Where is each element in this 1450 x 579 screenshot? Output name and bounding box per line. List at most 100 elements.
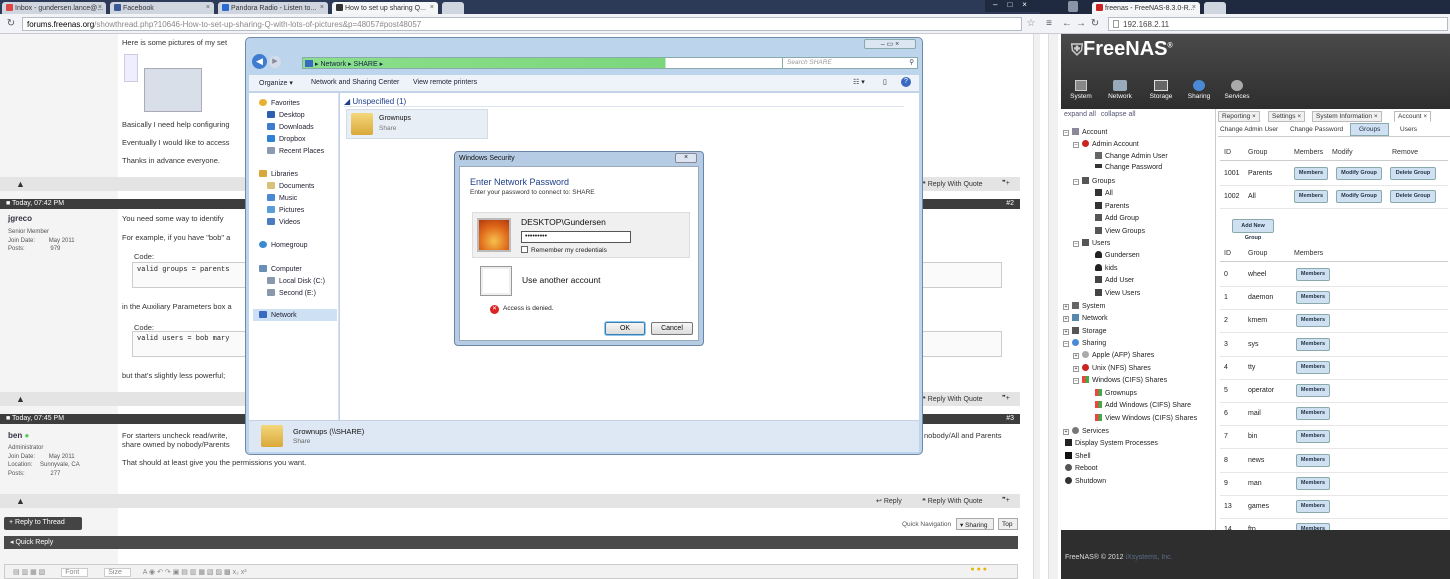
nav-music[interactable]: Music — [267, 194, 297, 202]
back-icon[interactable]: ← — [1062, 18, 1072, 29]
tree-user-gundersen[interactable]: Gundersen — [1095, 251, 1140, 259]
expand-icon[interactable]: + — [1063, 429, 1069, 435]
nav-pictures[interactable]: Pictures — [267, 206, 304, 214]
tab-inbox[interactable]: Inbox - gundersen.lance@... × — [2, 2, 106, 14]
post2-username[interactable]: jgreco — [8, 214, 32, 223]
reply-with-quote-button[interactable]: ❝ Reply With Quote — [922, 497, 983, 505]
members-button[interactable]: Members — [1294, 167, 1328, 180]
expand-icon[interactable]: + — [1063, 304, 1069, 310]
views-icon[interactable]: ☷ ▾ — [853, 78, 865, 86]
members-button[interactable]: Members — [1296, 314, 1330, 328]
nav-network[interactable]: Network — [253, 309, 337, 321]
tree-view-cifs-shares[interactable]: View Windows (CIFS) Shares — [1095, 414, 1197, 422]
address-breadcrumb[interactable]: ▸ Network ▸ SHARE ▸▾✕ — [302, 57, 822, 69]
reply-with-quote-button[interactable]: ❝ Reply With Quote — [922, 180, 983, 188]
nav-network[interactable]: Network — [1103, 80, 1137, 100]
close-icon[interactable]: × — [430, 4, 434, 11]
tree-account[interactable]: – Account — [1063, 128, 1107, 136]
use-another-account-tile[interactable]: Use another account — [472, 264, 690, 300]
view-printers-button[interactable]: View remote printers — [413, 79, 477, 86]
maximize-icon[interactable]: □ — [1007, 0, 1012, 9]
members-button[interactable]: Members — [1296, 476, 1330, 490]
tree-add-cifs-share[interactable]: Add Windows (CIFS) Share — [1095, 401, 1191, 409]
collapse-icon[interactable]: – — [1063, 130, 1069, 136]
help-icon[interactable]: ? — [901, 77, 911, 87]
tab-settings[interactable]: Settings × — [1268, 111, 1306, 122]
tree-reboot[interactable]: Reboot — [1065, 464, 1098, 472]
share-folder-item[interactable]: Grownups Share — [346, 109, 488, 139]
multiquote-icon[interactable]: ❞+ — [1002, 496, 1010, 504]
reply-button[interactable]: ↩ Reply — [876, 497, 902, 505]
members-button[interactable]: Members — [1296, 453, 1330, 467]
editor-icons[interactable]: ▤ ▥ ▦ ▧ — [13, 569, 45, 576]
organize-menu[interactable]: Organize ▾ — [259, 79, 293, 87]
nav-homegroup[interactable]: Homegroup — [259, 241, 308, 249]
tree-group-parents[interactable]: Parents — [1095, 202, 1129, 210]
nav-documents[interactable]: Documents — [267, 182, 314, 190]
tree-groups[interactable]: – Groups — [1073, 177, 1115, 185]
url-field[interactable]: 192.168.2.11 — [1108, 17, 1448, 31]
warn-icon[interactable]: ▲ — [16, 179, 25, 189]
warn-icon[interactable]: ▲ — [16, 496, 25, 506]
members-button[interactable]: Members — [1296, 268, 1330, 281]
post3-username[interactable]: ben ● — [8, 431, 29, 440]
attachment-thumb-1[interactable] — [124, 54, 138, 82]
expand-icon[interactable]: + — [1073, 353, 1079, 359]
smiley-icons[interactable]: ● ● ● — [970, 566, 987, 573]
tab-facebook[interactable]: Facebook × — [110, 2, 214, 14]
tree-add-group[interactable]: Add Group — [1095, 214, 1139, 222]
nav-services[interactable]: Services — [1221, 80, 1253, 100]
font-dropdown[interactable]: Font — [61, 568, 89, 577]
delete-group-button[interactable]: Delete Group — [1390, 167, 1436, 180]
multiquote-icon[interactable]: ❞+ — [1002, 394, 1010, 402]
tab-pandora[interactable]: Pandora Radio - Listen to... × — [218, 2, 328, 14]
tree-group-all[interactable]: All — [1095, 189, 1113, 197]
modify-group-button[interactable]: Modify Group — [1336, 167, 1382, 180]
tree-nfs-shares[interactable]: + Unix (NFS) Shares — [1073, 364, 1151, 372]
tree-admin-account[interactable]: – Admin Account — [1073, 140, 1139, 148]
tree-afp-shares[interactable]: + Apple (AFP) Shares — [1073, 351, 1154, 359]
nav-dropbox[interactable]: Dropbox — [267, 135, 305, 143]
delete-group-button[interactable]: Delete Group — [1390, 190, 1436, 203]
minimize-icon[interactable]: – — [993, 0, 997, 9]
close-icon[interactable]: × — [98, 4, 102, 11]
collapse-icon[interactable]: – — [1063, 341, 1069, 347]
add-new-group-button[interactable]: Add New Group — [1232, 219, 1274, 241]
nav-system[interactable]: System — [1067, 80, 1095, 100]
ixsystems-link[interactable]: iXsystems, Inc. — [1126, 554, 1173, 561]
nav-libraries[interactable]: Libraries — [259, 170, 298, 178]
tree-network[interactable]: + Network — [1063, 314, 1108, 322]
collapse-icon[interactable]: – — [1073, 142, 1079, 148]
subtab-change-admin-user[interactable]: Change Admin User — [1220, 126, 1278, 133]
nav-downloads[interactable]: Downloads — [267, 123, 314, 131]
checkbox-icon[interactable] — [521, 246, 528, 253]
format-icons[interactable]: A ◉ ↶ ↷ ▣ ▤ ▥ ▦ ▧ ▨ ▩ x₂ x² — [143, 569, 247, 576]
tree-system[interactable]: + System — [1063, 302, 1105, 310]
back-button[interactable]: ◀ — [252, 54, 267, 69]
user-profile-icon[interactable] — [1068, 1, 1078, 12]
new-tab-button[interactable] — [1204, 2, 1226, 14]
collapse-icon[interactable]: – — [1073, 179, 1079, 185]
members-button[interactable]: Members — [1296, 407, 1330, 421]
close-icon[interactable]: × — [895, 41, 899, 48]
tab-system-information[interactable]: System Information × — [1312, 111, 1382, 122]
tree-users[interactable]: – Users — [1073, 239, 1110, 247]
tab-reporting[interactable]: Reporting × — [1218, 111, 1260, 122]
group-header[interactable]: ◢ Unspecified (1) — [344, 97, 904, 107]
tree-view-groups[interactable]: View Groups — [1095, 227, 1145, 235]
tree-storage[interactable]: + Storage — [1063, 327, 1107, 335]
preview-pane-icon[interactable]: ▯ — [883, 78, 887, 86]
nav-second-drive[interactable]: Second (E:) — [267, 289, 316, 297]
tab-forum[interactable]: How to set up sharing Q... × — [332, 2, 438, 14]
close-icon[interactable]: × — [1192, 4, 1196, 11]
members-button[interactable]: Members — [1296, 384, 1330, 397]
nav-sharing[interactable]: Sharing — [1183, 80, 1215, 100]
members-button[interactable]: Members — [1294, 190, 1328, 203]
tab-account[interactable]: Account × — [1394, 111, 1432, 122]
post3-number[interactable]: #3 — [1006, 415, 1014, 422]
close-icon[interactable]: × — [1423, 113, 1427, 120]
tree-cifs-grownups[interactable]: Grownups — [1095, 389, 1137, 397]
left-gutter-scrollbar[interactable] — [1048, 34, 1058, 579]
credential-tile-selected[interactable]: DESKTOP\Gundersen ••••••••• Remember my … — [472, 212, 690, 258]
members-button[interactable]: Members — [1296, 360, 1330, 374]
